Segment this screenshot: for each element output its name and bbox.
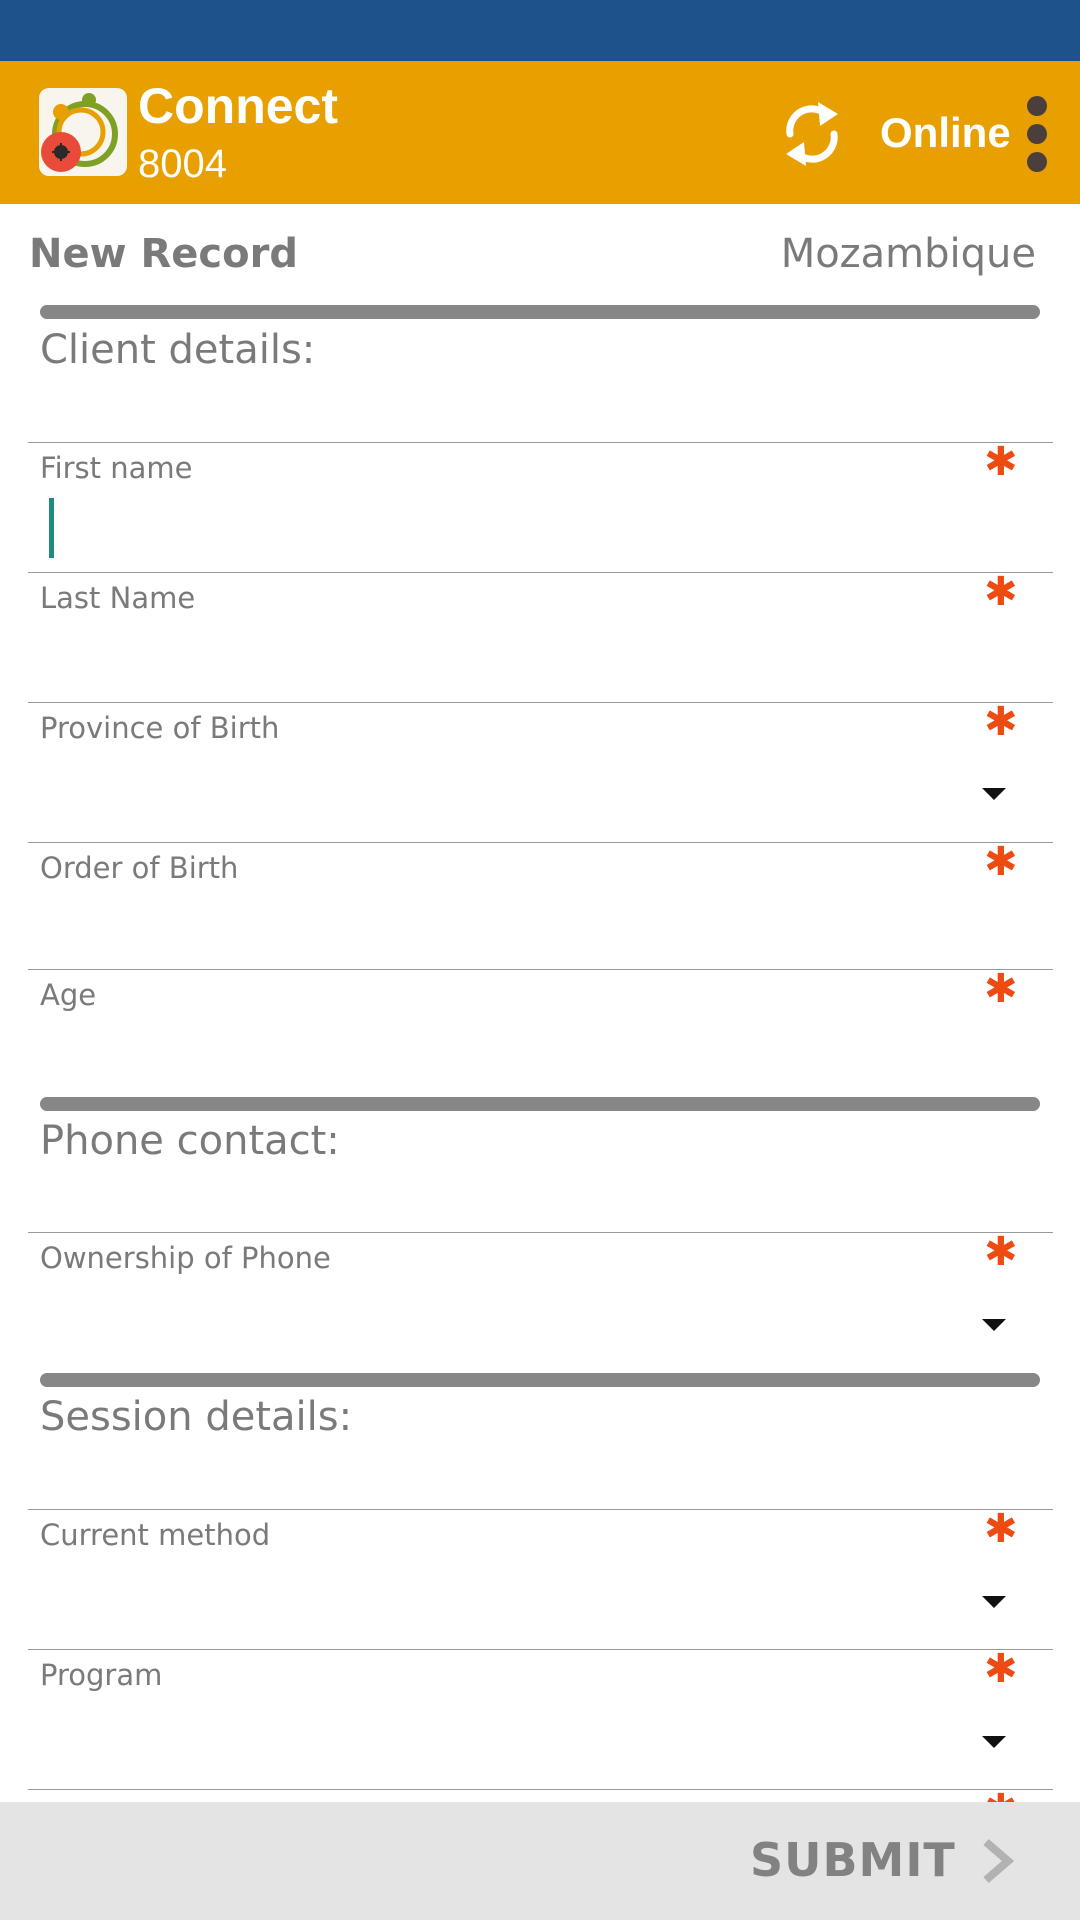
sync-icon[interactable] [780,94,844,172]
field-divider [28,842,1053,843]
required-marker: ✱ [984,1789,1018,1802]
app-title: Connect [138,78,338,134]
dropdown-arrow-icon[interactable] [982,788,1006,800]
program-label: Program [40,1658,163,1692]
province-of-birth-label: Province of Birth [40,711,280,745]
section-title-session: Session details: [40,1394,353,1440]
field-divider [28,572,1053,573]
submit-button[interactable]: SUBMIT [750,1832,956,1888]
required-marker: ✱ [984,1646,1018,1692]
field-divider [28,702,1053,703]
online-status: Online [880,109,1011,156]
dropdown-arrow-icon[interactable] [982,1736,1006,1748]
section-title-client: Client details: [40,327,316,373]
text-cursor [49,498,54,558]
field-divider [28,1232,1053,1233]
app-subtitle: 8004 [138,142,227,186]
required-marker: ✱ [984,966,1018,1012]
current-method-label: Current method [40,1518,271,1552]
page-title: New Record [29,231,298,277]
age-label: Age [40,978,97,1012]
required-marker: ✱ [984,439,1018,485]
section-title-phone: Phone contact: [40,1118,340,1164]
ownership-of-phone-label: Ownership of Phone [40,1241,331,1275]
field-divider [28,1509,1053,1510]
chevron-right-icon[interactable] [980,1838,1015,1884]
more-vert-icon[interactable] [1022,92,1056,176]
field-divider [28,442,1053,443]
field-divider [28,969,1053,970]
required-marker: ✱ [984,1506,1018,1552]
section-divider [40,305,1040,319]
field-divider [28,1789,1053,1790]
required-marker: ✱ [984,569,1018,615]
section-divider [40,1373,1040,1387]
required-marker: ✱ [984,839,1018,885]
order-of-birth-label: Order of Birth [40,851,239,885]
country-label: Mozambique [780,231,1036,277]
field-divider [28,1649,1053,1650]
dropdown-arrow-icon[interactable] [982,1596,1006,1608]
first-name-label: First name [40,451,193,485]
section-divider [40,1097,1040,1111]
required-marker: ✱ [984,1229,1018,1275]
app-logo-icon [39,88,127,176]
status-bar [0,0,1080,61]
required-marker: ✱ [984,699,1018,745]
dropdown-arrow-icon[interactable] [982,1319,1006,1331]
last-name-label: Last Name [40,581,196,615]
